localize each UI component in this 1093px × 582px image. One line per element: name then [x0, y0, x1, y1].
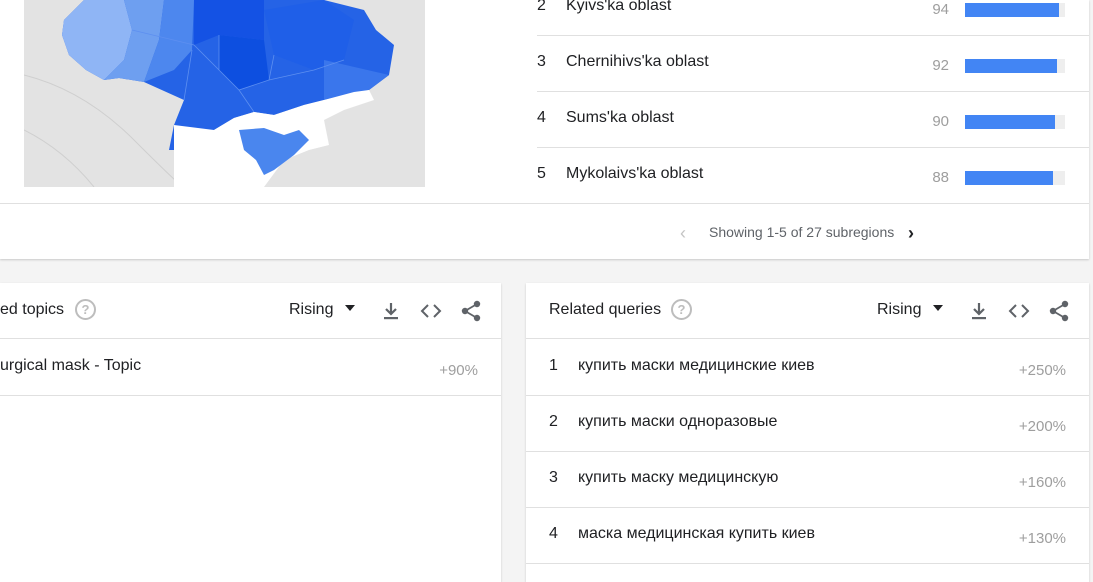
- region-rank: 5: [537, 165, 546, 182]
- related-queries-header: Related queries ? Rising: [526, 283, 1089, 339]
- region-value: 94: [932, 1, 949, 18]
- query-value: +200%: [1018, 418, 1066, 435]
- question-circle-icon[interactable]: ?: [75, 299, 96, 320]
- region-row[interactable]: 5 Mykolaivs'ka oblast 88: [537, 148, 1089, 204]
- download-icon[interactable]: [380, 300, 402, 322]
- query-rank: 3: [549, 469, 558, 486]
- region-name: Chernihivs'ka oblast: [566, 53, 709, 70]
- topic-value: +90%: [439, 362, 478, 379]
- chevron-left-icon[interactable]: ‹: [680, 223, 686, 243]
- topics-filter-label: Rising: [289, 301, 334, 318]
- code-icon[interactable]: [1008, 300, 1030, 322]
- download-icon[interactable]: [968, 300, 990, 322]
- region-bar-track: [965, 115, 1065, 129]
- region-bar: [965, 59, 1057, 73]
- region-bar: [965, 171, 1053, 185]
- region-rank: 2: [537, 0, 546, 14]
- query-text: купить маски медицинские киев: [578, 357, 815, 374]
- code-icon[interactable]: [420, 300, 442, 322]
- related-queries-card: Related queries ? Rising 1 купить маски …: [526, 283, 1089, 582]
- interest-by-subregion-card: 2 Kyivs'ka oblast 94 3 Chernihivs'ka obl…: [0, 0, 1089, 259]
- region-row[interactable]: 2 Kyivs'ka oblast 94: [537, 0, 1089, 36]
- pager-text: Showing 1-5 of 27 subregions: [709, 224, 895, 240]
- region-value: 88: [932, 169, 949, 186]
- query-text: маска медицинская купить киев: [578, 525, 815, 542]
- region-name: Mykolaivs'ka oblast: [566, 165, 704, 182]
- query-row[interactable]: 3 купить маску медицинскую +160%: [526, 451, 1089, 508]
- region-row[interactable]: 4 Sums'ka oblast 90: [537, 92, 1089, 148]
- share-icon[interactable]: [1048, 300, 1070, 322]
- region-row[interactable]: 3 Chernihivs'ka oblast 92: [537, 36, 1089, 92]
- pagination: ‹ Showing 1-5 of 27 subregions ›: [680, 223, 930, 243]
- related-queries-title: Related queries: [549, 301, 662, 318]
- caret-down-icon: [933, 304, 944, 311]
- region-bar: [965, 115, 1055, 129]
- region-rank: 4: [537, 109, 546, 126]
- topics-filter-dropdown[interactable]: Rising: [289, 301, 356, 319]
- pager-divider: [0, 203, 1089, 204]
- query-value: +130%: [1018, 530, 1066, 547]
- region-bar: [965, 3, 1059, 17]
- query-text: купить маски одноразовые: [578, 413, 778, 430]
- region-name: Sums'ka oblast: [566, 109, 674, 126]
- query-rank: 1: [549, 357, 558, 374]
- share-icon[interactable]: [460, 300, 482, 322]
- related-topics-title: ed topics: [0, 301, 65, 318]
- chevron-right-icon[interactable]: ›: [908, 223, 914, 243]
- region-map[interactable]: [24, 0, 425, 187]
- query-text: купить маску медицинскую: [578, 469, 779, 486]
- map-svg: [24, 0, 425, 187]
- query-rank: 2: [549, 413, 558, 430]
- question-circle-icon[interactable]: ?: [671, 299, 692, 320]
- region-value: 92: [932, 57, 949, 74]
- queries-filter-dropdown[interactable]: Rising: [877, 301, 944, 319]
- query-row[interactable]: 2 купить маски одноразовые +200%: [526, 395, 1089, 452]
- query-row[interactable]: 1 купить маски медицинские киев +250%: [526, 339, 1089, 396]
- topic-row[interactable]: urgical mask - Topic +90%: [0, 339, 501, 396]
- region-rank: 3: [537, 53, 546, 70]
- query-value: +160%: [1018, 474, 1066, 491]
- region-bar-track: [965, 171, 1065, 185]
- region-value: 90: [932, 113, 949, 130]
- caret-down-icon: [345, 304, 356, 311]
- region-bar-track: [965, 3, 1065, 17]
- query-row[interactable]: 4 маска медицинская купить киев +130%: [526, 507, 1089, 564]
- queries-filter-label: Rising: [877, 301, 922, 318]
- query-value: +250%: [1018, 362, 1066, 379]
- related-topics-header: ed topics ? Rising: [0, 283, 501, 339]
- related-topics-card: ed topics ? Rising urgical mask - Topic …: [0, 283, 501, 582]
- topic-text: urgical mask - Topic: [0, 357, 142, 374]
- region-name: Kyivs'ka oblast: [566, 0, 672, 14]
- region-bar-track: [965, 59, 1065, 73]
- query-rank: 4: [549, 525, 558, 542]
